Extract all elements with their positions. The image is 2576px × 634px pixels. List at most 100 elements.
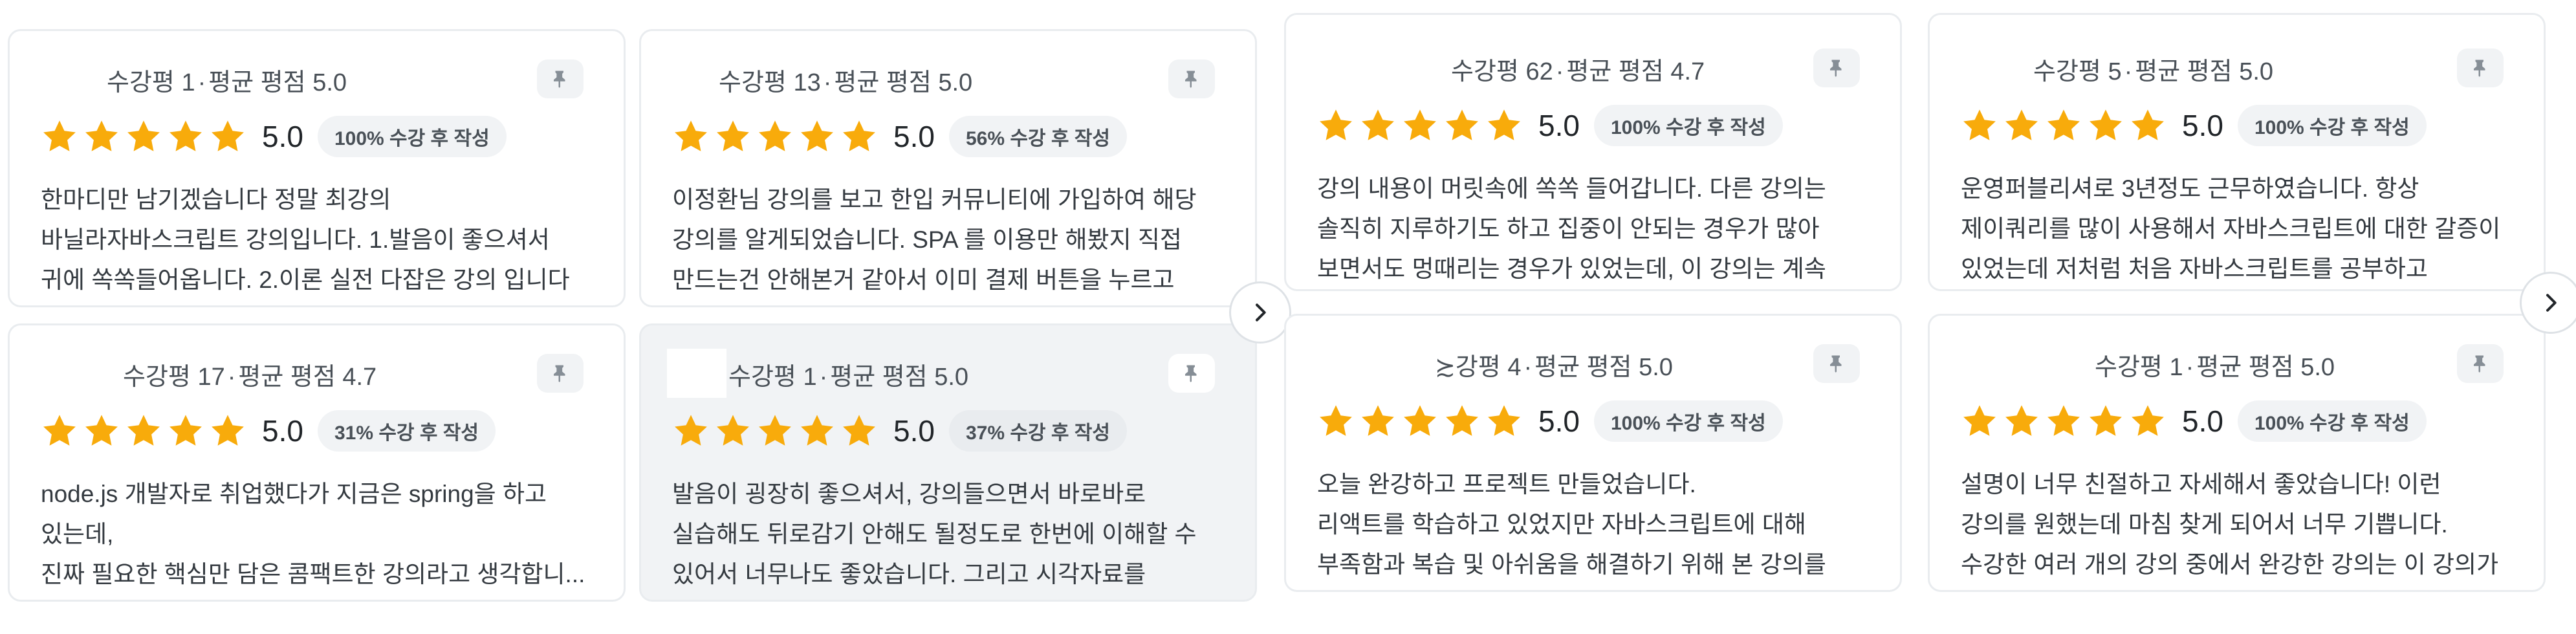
pin-icon <box>554 71 565 88</box>
separator: · <box>819 364 828 391</box>
completion-badge: 100% 수강 후 작성 <box>1593 105 1783 146</box>
pin-button[interactable] <box>537 354 584 393</box>
review-meta: 수강평 13 · 평균 평점 5.0 <box>719 62 972 98</box>
rating-row: 5.0 100% 수강 후 작성 <box>1961 103 2427 148</box>
star-icon <box>2005 109 2038 140</box>
rating-score: 5.0 <box>1538 109 1580 142</box>
review-count: 수강평 1 <box>107 69 195 96</box>
carousel-next-button[interactable] <box>2520 272 2576 334</box>
chevron-right-icon <box>1256 303 1266 322</box>
review-text: 이정환님 강의를 보고 한입 커뮤니티에 가입하여 해당 강의를 알게되었습니다… <box>672 186 1197 293</box>
separator: · <box>2185 354 2194 381</box>
review-card[interactable]: 수강평 1 · 평균 평점 5.0 5.0 100% 수강 후 작성 설명이 너무 … <box>1928 314 2546 592</box>
star-icon <box>1488 405 1520 436</box>
rating-score: 5.0 <box>1538 404 1580 438</box>
separator: · <box>2124 58 2133 85</box>
average-rating: 평균 평점 5.0 <box>2196 354 2335 381</box>
rating-score: 5.0 <box>2182 109 2223 142</box>
completion-badge: 100% 수강 후 작성 <box>317 116 507 157</box>
separator: · <box>823 69 832 96</box>
star-icon <box>717 120 749 151</box>
star-rating <box>41 412 246 450</box>
review-card[interactable]: ≿강평 4 · 평균 평점 5.0 5.0 100% 수강 후 작성 오늘 완강하고… <box>1284 314 1902 592</box>
star-icon <box>801 415 833 446</box>
review-meta: ≿강평 4 · 평균 평점 5.0 <box>1435 347 1673 382</box>
pin-icon <box>2474 60 2485 77</box>
star-icon <box>717 415 749 446</box>
completion-badge: 31% 수강 후 작성 <box>317 410 496 452</box>
pin-icon <box>2474 355 2485 373</box>
review-card[interactable]: 수강평 5 · 평균 평점 5.0 5.0 100% 수강 후 작성 운영퍼블리셔로… <box>1928 13 2546 291</box>
star-icon <box>43 120 76 151</box>
separator: · <box>1523 354 1533 381</box>
star-icon <box>2132 405 2164 436</box>
star-icon <box>1320 405 1352 436</box>
review-meta: 수강평 5 · 평균 평점 5.0 <box>2033 51 2273 87</box>
star-icon <box>85 120 118 151</box>
star-icon <box>1362 109 1394 140</box>
review-text: 강의 내용이 머릿속에 쏙쏙 들어갑니다. 다른 강의는 솔직히 지루하기도 하… <box>1317 175 1826 282</box>
review-card[interactable]: 수강평 13 · 평균 평점 5.0 5.0 56% 수강 후 작성 이정환님 강의… <box>639 29 1257 307</box>
completion-badge: 56% 수강 후 작성 <box>948 116 1128 157</box>
pin-button[interactable] <box>1168 60 1215 98</box>
review-text: 한마디만 남기겠습니다 정말 최강의 바닐라자바스크립트 강의입니다. 1.발음… <box>41 186 570 293</box>
star-icon <box>1446 109 1478 140</box>
pin-button[interactable] <box>2457 49 2504 87</box>
star-icon <box>212 415 244 446</box>
pin-icon <box>554 365 565 382</box>
pin-icon <box>1185 365 1197 382</box>
review-count: ≿강평 4 <box>1435 354 1522 381</box>
pin-button[interactable] <box>1813 344 1860 383</box>
star-icon <box>1963 109 1996 140</box>
review-card[interactable]: 수강평 62 · 평균 평점 4.7 5.0 100% 수강 후 작성 강의 내용이… <box>1284 13 1902 291</box>
pin-button[interactable] <box>537 60 584 98</box>
completion-badge: 37% 수강 후 작성 <box>948 410 1128 452</box>
carousel-next-button[interactable] <box>1229 281 1291 344</box>
completion-badge: 100% 수강 후 작성 <box>1593 400 1783 442</box>
separator: · <box>197 69 206 96</box>
review-text: 설명이 너무 친절하고 자세해서 좋았습니다! 이런 강의를 원했는데 마침 찾… <box>1961 471 2499 578</box>
star-icon <box>1404 405 1436 436</box>
review-text: 발음이 굉장히 좋으셔서, 강의들으면서 바로바로 실습해도 뒤로감기 안해도 … <box>672 481 1197 587</box>
review-meta: 수강평 1 · 평균 평점 5.0 <box>107 62 347 98</box>
star-icon <box>675 120 707 151</box>
rating-score: 5.0 <box>262 414 303 448</box>
rating-row: 5.0 100% 수강 후 작성 <box>1317 399 1783 444</box>
pin-button[interactable] <box>1813 49 1860 87</box>
rating-score: 5.0 <box>2182 404 2223 438</box>
review-meta: 수강평 62 · 평균 평점 4.7 <box>1451 51 1705 87</box>
review-count: 수강평 1 <box>728 364 817 391</box>
star-icon <box>169 120 202 151</box>
star-icon <box>1446 405 1478 436</box>
review-text: node.js 개발자로 취업했다가 지금은 spring을 하고 있는데, 진… <box>41 481 585 587</box>
pin-button[interactable] <box>2457 344 2504 383</box>
rating-row: 5.0 31% 수강 후 작성 <box>41 408 496 454</box>
review-card[interactable]: 수강평 17 · 평균 평점 4.7 5.0 31% 수강 후 작성 node.js… <box>8 323 626 602</box>
rating-score: 5.0 <box>262 120 303 153</box>
star-rating <box>672 412 878 450</box>
rating-score: 5.0 <box>893 414 935 448</box>
star-icon <box>843 120 875 151</box>
star-icon <box>801 120 833 151</box>
star-icon <box>169 415 202 446</box>
pin-button[interactable] <box>1168 354 1215 393</box>
average-rating: 평균 평점 5.0 <box>830 364 969 391</box>
star-rating <box>1317 402 1523 440</box>
average-rating: 평균 평점 4.7 <box>238 364 377 391</box>
star-rating <box>1961 402 2167 440</box>
average-rating: 평균 평점 5.0 <box>834 69 973 96</box>
review-count: 수강평 62 <box>1451 58 1553 85</box>
review-count: 수강평 13 <box>719 69 821 96</box>
completion-badge: 100% 수강 후 작성 <box>2237 105 2427 146</box>
pin-icon <box>1830 355 1842 373</box>
star-icon <box>43 415 76 446</box>
average-rating: 평균 평점 5.0 <box>2135 58 2274 85</box>
review-count: 수강평 1 <box>2095 354 2183 381</box>
star-icon <box>2090 109 2122 140</box>
star-icon <box>2132 109 2164 140</box>
review-meta: 수강평 17 · 평균 평점 4.7 <box>123 356 377 392</box>
star-icon <box>675 415 707 446</box>
review-card[interactable]: 수강평 1 · 평균 평점 5.0 5.0 37% 수강 후 작성 발음이 굉장히 … <box>639 323 1257 602</box>
star-icon <box>127 415 160 446</box>
review-card[interactable]: 수강평 1 · 평균 평점 5.0 5.0 100% 수강 후 작성 한마디만 남기… <box>8 29 626 307</box>
